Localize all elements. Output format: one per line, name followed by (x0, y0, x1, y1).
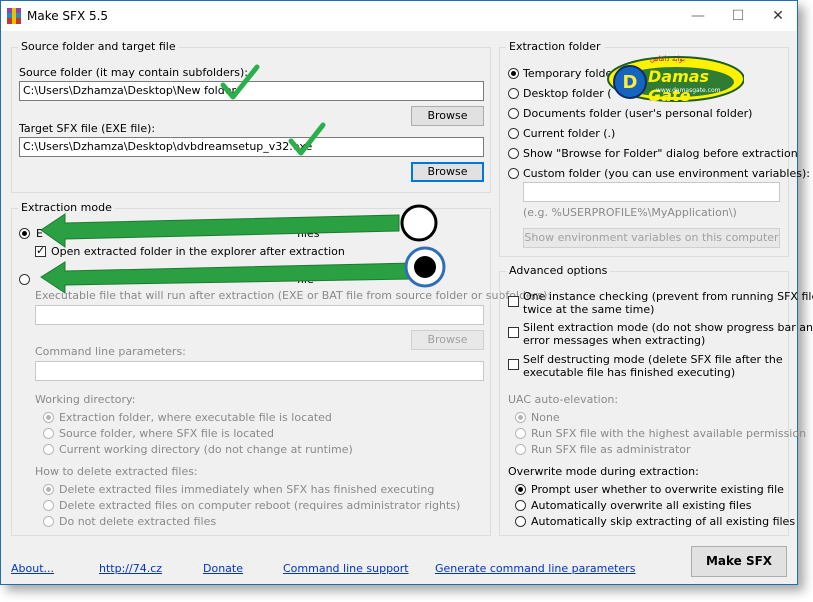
arrow-left-icon (40, 261, 414, 294)
arrow-left-icon (40, 213, 400, 248)
annotation-overlay (40, 64, 446, 294)
checkmark-icon (220, 64, 260, 100)
app-window: Make SFX 5.5 — ☐ ✕ Source folder and tar… (0, 0, 813, 585)
checkmark-icon (288, 122, 326, 156)
circle-marker-empty-icon (400, 204, 438, 242)
circle-marker-dot-icon (414, 256, 436, 278)
